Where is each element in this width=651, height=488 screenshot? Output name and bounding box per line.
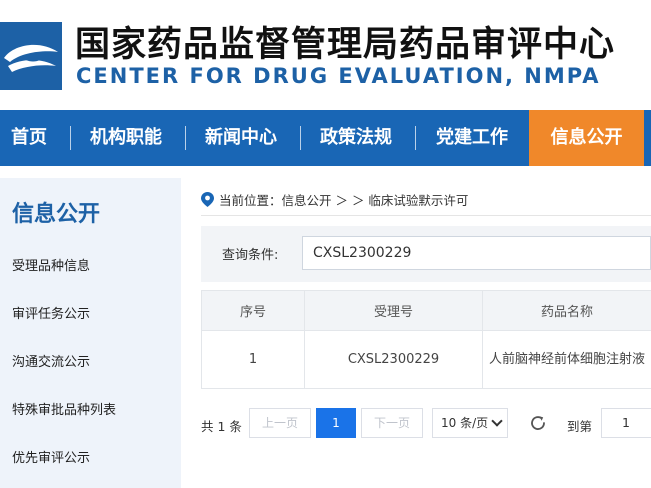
nav-divider	[70, 126, 71, 150]
site-header: 国家药品监督管理局药品审评中心 CENTER FOR DRUG EVALUATI…	[0, 0, 651, 110]
main-nav: 首页 机构职能 新闻中心 政策法规 党建工作 信息公开	[0, 110, 651, 166]
nav-divider	[415, 126, 416, 150]
breadcrumb-text: 当前位置：信息公开 ＞ ＞ 临床试验默示许可	[219, 193, 469, 208]
nav-divider	[300, 126, 301, 150]
page-1-button[interactable]: 1	[316, 408, 356, 438]
query-label: 查询条件:	[222, 248, 279, 263]
nav-item-info-disclosure[interactable]: 信息公开	[529, 110, 644, 166]
next-page-button[interactable]: 下一页	[361, 408, 423, 438]
results-table: 序号 受理号 药品名称 1 CXSL2300229 人前脑神经前体细胞注射液	[201, 290, 651, 389]
sidebar-title: 信息公开	[12, 202, 101, 227]
breadcrumb: 当前位置：信息公开 ＞ ＞ 临床试验默示许可	[201, 190, 468, 209]
page-size-value: 10 条/页	[441, 416, 489, 430]
site-title-en: CENTER FOR DRUG EVALUATION, NMPA	[76, 64, 601, 88]
prev-page-button[interactable]: 上一页	[249, 408, 311, 438]
cell-acceptance-no[interactable]: CXSL2300229	[304, 330, 483, 389]
table-row[interactable]: 1 CXSL2300229 人前脑神经前体细胞注射液	[201, 330, 651, 389]
sidebar-item-review-tasks[interactable]: 审评任务公示	[12, 303, 90, 322]
nav-item-news[interactable]: 新闻中心	[197, 110, 285, 166]
nav-divider	[185, 126, 186, 150]
cde-logo-icon[interactable]	[0, 22, 62, 90]
sidebar-item-priority-review[interactable]: 优先审评公示	[12, 447, 90, 466]
sidebar-item-special-approval[interactable]: 特殊审批品种列表	[12, 399, 116, 418]
sidebar: 信息公开 受理品种信息 审评任务公示 沟通交流公示 特殊审批品种列表 优先审评公…	[0, 178, 181, 488]
table-header-row: 序号 受理号 药品名称	[201, 290, 651, 331]
query-panel: 查询条件:	[201, 226, 651, 282]
sidebar-item-communication[interactable]: 沟通交流公示	[12, 351, 90, 370]
column-header-index: 序号	[201, 290, 305, 331]
pagination: 共 1 条 上一页 1 下一页 10 条/页 到第 1	[201, 408, 651, 440]
goto-label: 到第	[567, 419, 593, 434]
sidebar-item-accepted-varieties[interactable]: 受理品种信息	[12, 255, 90, 274]
divider	[201, 215, 651, 216]
query-input[interactable]	[302, 236, 651, 270]
pagination-total: 共 1 条	[201, 419, 242, 434]
goto-page-input[interactable]: 1	[601, 408, 651, 438]
nav-item-party[interactable]: 党建工作	[428, 110, 516, 166]
nav-item-functions[interactable]: 机构职能	[82, 110, 170, 166]
location-pin-icon	[201, 192, 214, 207]
refresh-icon[interactable]	[529, 414, 547, 432]
column-header-acceptance-no: 受理号	[304, 290, 483, 331]
nav-item-home[interactable]: 首页	[0, 110, 58, 166]
chevron-down-icon	[491, 415, 503, 427]
site-title-cn: 国家药品监督管理局药品审评中心	[75, 25, 616, 65]
cell-drug-name[interactable]: 人前脑神经前体细胞注射液	[482, 330, 651, 389]
cell-index: 1	[201, 330, 305, 389]
page-size-select[interactable]: 10 条/页	[432, 408, 508, 438]
nav-item-policy[interactable]: 政策法规	[312, 110, 400, 166]
column-header-drug-name: 药品名称	[482, 290, 651, 331]
